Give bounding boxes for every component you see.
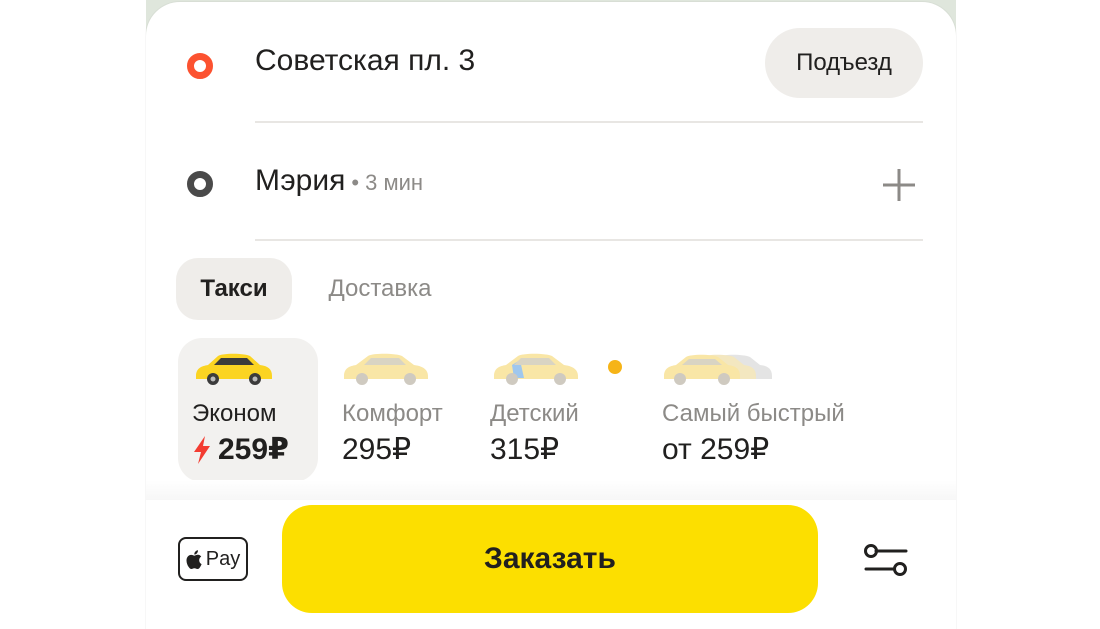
tariff-name: Самый быстрый [662, 400, 845, 427]
car-icon [196, 353, 272, 385]
tariff-list-fade [146, 480, 956, 500]
tariff-card-econom[interactable]: Эконом 259₽ [178, 338, 318, 482]
destination-address[interactable]: Мэрия • 3 мин [255, 164, 423, 198]
car-icon [494, 353, 578, 385]
origin-marker-icon [187, 53, 213, 79]
tariff-price: 295₽ [342, 433, 412, 466]
divider [255, 239, 923, 241]
tariff-name: Комфорт [342, 400, 443, 427]
add-stop-button[interactable] [879, 165, 919, 205]
lightning-icon [194, 435, 210, 464]
tariff-name: Эконом [192, 400, 277, 427]
car-icon [664, 354, 772, 385]
tariff-price: 315₽ [490, 433, 560, 466]
tariff-card-fastest[interactable]: Самый быстрый от 259₽ [652, 338, 872, 482]
order-button[interactable]: Заказать [282, 505, 818, 613]
destination-label: Мэрия [255, 164, 346, 197]
tab-taxi[interactable]: Такси [176, 258, 292, 320]
divider [255, 121, 923, 123]
promo-dot [608, 360, 622, 374]
tariff-card-child[interactable]: Детский 315₽ [480, 338, 630, 482]
order-settings-button[interactable] [860, 540, 912, 580]
destination-eta: • 3 мин [351, 170, 424, 195]
origin-address[interactable]: Советская пл. 3 [255, 44, 475, 78]
settings-sliders-icon [864, 544, 908, 576]
apple-logo-icon [186, 549, 202, 569]
payment-method-button[interactable]: Pay [178, 537, 248, 581]
tab-delivery[interactable]: Доставка [310, 258, 450, 320]
tariff-price: от 259₽ [662, 433, 770, 466]
plus-icon [883, 169, 915, 201]
destination-marker-icon [187, 171, 213, 197]
apple-pay-label: Pay [205, 547, 241, 570]
tariff-name: Детский [490, 400, 579, 427]
tariff-card-comfort[interactable]: Комфорт 295₽ [330, 338, 460, 482]
tariff-price: 259₽ [192, 432, 289, 467]
tariff-price-value: 259₽ [218, 433, 289, 466]
entrance-button[interactable]: Подъезд [765, 28, 923, 98]
car-icon [344, 353, 428, 385]
